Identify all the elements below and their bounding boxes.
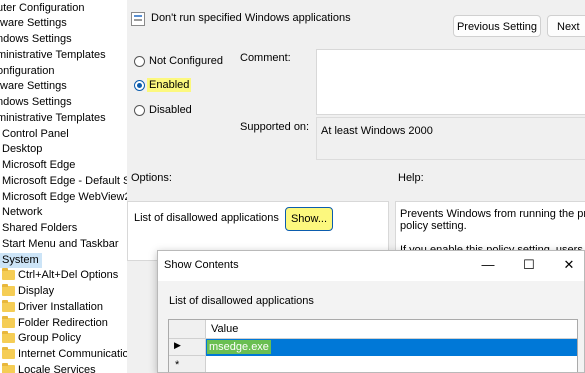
tree-item-label: Internet Communicatio bbox=[18, 348, 127, 360]
tree-item-display[interactable]: Display bbox=[0, 284, 127, 299]
column-header-label: Value bbox=[211, 323, 239, 335]
folder-icon bbox=[2, 300, 15, 312]
tree-item-ctrl-alt-del[interactable]: Ctrl+Alt+Del Options bbox=[0, 268, 127, 283]
radio-disabled-label[interactable]: Disabled bbox=[149, 104, 192, 116]
tree-item-user-windows-settings[interactable]: ndows Settings bbox=[0, 95, 72, 110]
show-contents-titlebar[interactable]: Show Contents — ☐ ✕ bbox=[158, 251, 584, 281]
folder-icon bbox=[2, 331, 15, 343]
table-row[interactable]: msedge.exe bbox=[206, 339, 577, 356]
next-setting-button[interactable]: Next bbox=[547, 15, 585, 37]
folder-icon bbox=[2, 284, 15, 296]
tree-item-group-policy[interactable]: Group Policy bbox=[0, 331, 127, 346]
options-label: Options: bbox=[131, 172, 172, 184]
new-row-cell[interactable] bbox=[206, 356, 577, 372]
tree-item-label: Display bbox=[18, 285, 55, 297]
radio-not-configured[interactable] bbox=[134, 56, 145, 67]
folder-icon bbox=[2, 316, 15, 328]
new-row-header[interactable]: * bbox=[169, 356, 206, 372]
row-value[interactable]: msedge.exe bbox=[207, 340, 271, 354]
tree-item-user-configuration[interactable]: onfiguration bbox=[0, 64, 55, 79]
new-row-icon: * bbox=[175, 359, 180, 371]
supported-on-label: Supported on: bbox=[240, 121, 310, 133]
close-icon[interactable]: ✕ bbox=[557, 256, 581, 274]
help-text-line: policy setting. bbox=[400, 220, 467, 232]
tree-item-internet-communication[interactable]: Internet Communicatio bbox=[0, 347, 127, 362]
tree-item-user-software-settings[interactable]: tware Settings bbox=[0, 79, 67, 94]
tree-item-windows-settings[interactable]: ndows Settings bbox=[0, 32, 72, 47]
column-header-value[interactable]: Value bbox=[206, 320, 577, 339]
policy-tree[interactable]: uter Configuration tware Settings ndows … bbox=[0, 0, 127, 373]
tree-item-control-panel[interactable]: Control Panel bbox=[2, 127, 69, 142]
radio-enabled[interactable] bbox=[134, 80, 145, 91]
tree-item-label: Folder Redirection bbox=[18, 317, 108, 329]
help-label: Help: bbox=[398, 172, 424, 184]
previous-setting-button[interactable]: Previous Setting bbox=[453, 15, 541, 37]
tree-item-label: Group Policy bbox=[18, 332, 81, 344]
tree-item-label: Locale Services bbox=[18, 364, 96, 373]
tree-item-administrative-templates[interactable]: ministrative Templates bbox=[0, 48, 106, 63]
values-grid[interactable]: Value ▶ msedge.exe * bbox=[168, 319, 578, 372]
policy-setting-icon bbox=[131, 12, 145, 26]
tree-item-system[interactable]: System bbox=[0, 253, 42, 268]
comment-textarea[interactable] bbox=[316, 49, 585, 115]
tree-item-folder-redirection[interactable]: Folder Redirection bbox=[0, 316, 127, 331]
current-row-icon: ▶ bbox=[174, 340, 181, 350]
tree-item-start-menu-taskbar[interactable]: Start Menu and Taskbar bbox=[2, 237, 119, 252]
tree-item-desktop[interactable]: Desktop bbox=[2, 142, 42, 157]
folder-icon bbox=[2, 347, 15, 359]
minimize-icon[interactable]: — bbox=[476, 256, 500, 274]
show-button[interactable]: Show... bbox=[285, 207, 333, 231]
tree-item-software-settings[interactable]: tware Settings bbox=[0, 16, 67, 31]
show-contents-list-label: List of disallowed applications bbox=[169, 295, 314, 307]
tree-item-user-administrative-templates[interactable]: ministrative Templates bbox=[0, 111, 106, 126]
help-text-line: Prevents Windows from running the pro bbox=[400, 208, 585, 220]
supported-on-value: At least Windows 2000 bbox=[321, 125, 433, 137]
radio-disabled[interactable] bbox=[134, 105, 145, 116]
comment-label: Comment: bbox=[240, 52, 291, 64]
tree-item-shared-folders[interactable]: Shared Folders bbox=[2, 221, 77, 236]
tree-item-label: Ctrl+Alt+Del Options bbox=[18, 269, 119, 281]
supported-on-box: At least Windows 2000 bbox=[316, 117, 585, 160]
tree-item-microsoft-edge-default[interactable]: Microsoft Edge - Default Se bbox=[2, 174, 127, 189]
disallowed-list-label: List of disallowed applications bbox=[134, 212, 279, 224]
tree-item-label: Driver Installation bbox=[18, 301, 103, 313]
show-contents-dialog: Show Contents — ☐ ✕ List of disallowed a… bbox=[157, 250, 585, 373]
folder-icon bbox=[2, 363, 15, 373]
tree-item-network[interactable]: Network bbox=[2, 205, 42, 220]
tree-item-computer-configuration[interactable]: uter Configuration bbox=[0, 1, 84, 16]
show-contents-title: Show Contents bbox=[164, 259, 239, 271]
policy-title: Don't run specified Windows applications bbox=[151, 12, 351, 24]
radio-enabled-label[interactable]: Enabled bbox=[147, 78, 192, 92]
tree-item-microsoft-edge[interactable]: Microsoft Edge bbox=[2, 158, 75, 173]
maximize-icon[interactable]: ☐ bbox=[517, 256, 541, 274]
folder-icon bbox=[2, 268, 15, 280]
tree-item-microsoft-edge-webview2[interactable]: Microsoft Edge WebView2 bbox=[2, 190, 127, 205]
tree-item-driver-installation[interactable]: Driver Installation bbox=[0, 300, 127, 315]
row-header[interactable]: ▶ bbox=[169, 339, 206, 356]
grid-corner bbox=[169, 320, 206, 339]
radio-not-configured-label[interactable]: Not Configured bbox=[149, 55, 223, 67]
tree-item-locale-services[interactable]: Locale Services bbox=[0, 363, 127, 373]
